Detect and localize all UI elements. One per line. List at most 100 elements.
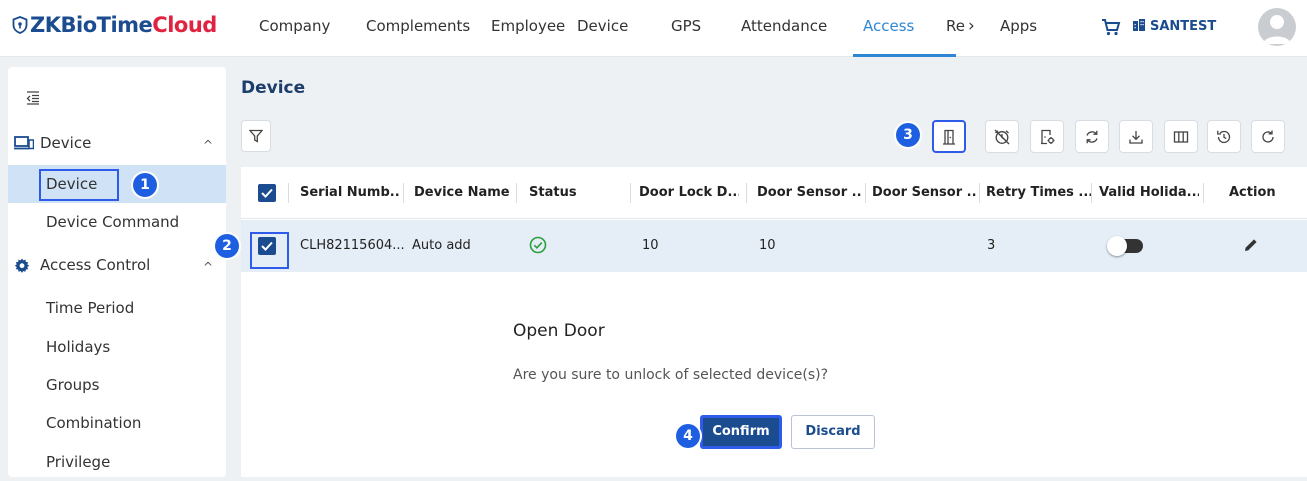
refresh-icon bbox=[1262, 130, 1274, 143]
dialog-title: Open Door bbox=[513, 321, 605, 341]
logo-text-accent: Cloud bbox=[152, 13, 217, 37]
sidebar-item-label: Device Command bbox=[46, 213, 180, 231]
step-badge-3: 3 bbox=[896, 123, 920, 147]
sidebar-item-holidays[interactable]: Holidays bbox=[8, 328, 226, 366]
column-divider bbox=[865, 183, 866, 203]
table-header: Serial Numb... Device Name Status Door L… bbox=[241, 167, 1307, 219]
column-door-sensor-delay[interactable]: Door Sensor ... bbox=[872, 167, 977, 219]
nav-device[interactable]: Device bbox=[577, 0, 671, 57]
highlight-row-checkbox bbox=[250, 232, 289, 269]
sync-button[interactable] bbox=[1075, 120, 1109, 153]
discard-button[interactable]: Discard bbox=[791, 415, 875, 449]
nav-reports-truncated[interactable]: Re bbox=[946, 0, 968, 57]
user-icon bbox=[1263, 15, 1291, 44]
sidebar-item-groups[interactable]: Groups bbox=[8, 366, 226, 404]
open-door-button[interactable] bbox=[932, 120, 966, 153]
device-monitor-icon bbox=[14, 136, 34, 150]
tenant-name: SANTEST bbox=[1150, 19, 1217, 34]
column-device-name[interactable]: Device Name bbox=[414, 167, 514, 219]
sidebar-group-label: Device bbox=[40, 134, 92, 152]
logo-text-primary: ZKBioTime bbox=[30, 13, 153, 37]
download-button[interactable] bbox=[1119, 120, 1153, 153]
column-serial-number[interactable]: Serial Numb... bbox=[300, 167, 400, 219]
sidebar-item-combination[interactable]: Combination bbox=[8, 404, 226, 442]
dialog-message: Are you sure to unlock of selected devic… bbox=[513, 367, 829, 383]
sync-icon bbox=[1086, 130, 1098, 143]
cell-serial-number: CLH82115604... bbox=[300, 238, 405, 253]
chevron-up-icon[interactable]: ^ bbox=[203, 254, 213, 280]
edit-pencil-icon[interactable] bbox=[1243, 237, 1259, 253]
shield-logo-icon bbox=[12, 16, 28, 34]
step-badge-4: 4 bbox=[676, 424, 700, 448]
nav-gps[interactable]: GPS bbox=[671, 0, 741, 57]
refresh-button[interactable] bbox=[1251, 120, 1285, 153]
column-status[interactable]: Status bbox=[529, 167, 619, 219]
sidebar-item-label: Holidays bbox=[46, 338, 111, 356]
top-bar: ZKBioTimeCloud Company Complements Emplo… bbox=[0, 0, 1307, 57]
columns-icon bbox=[1173, 130, 1189, 143]
nav-access[interactable]: Access bbox=[853, 0, 956, 57]
sidebar-item-device-command[interactable]: Device Command bbox=[8, 203, 226, 241]
column-valid-holidays[interactable]: Valid Holida... bbox=[1099, 167, 1199, 219]
tenant-selector[interactable]: SANTEST bbox=[1132, 18, 1216, 34]
sidebar: Device ^ Device Device Command Access Co… bbox=[8, 67, 226, 477]
nav-complements[interactable]: Complements bbox=[366, 0, 491, 57]
sidebar-group-access-control[interactable]: Access Control ^ bbox=[8, 252, 226, 278]
column-retry-times[interactable]: Retry Times ... bbox=[986, 167, 1091, 219]
chevron-up-icon[interactable]: ^ bbox=[203, 132, 213, 158]
confirm-button[interactable]: Confirm bbox=[700, 415, 782, 449]
sidebar-group-label: Access Control bbox=[40, 256, 151, 274]
step-badge-1: 1 bbox=[133, 173, 157, 197]
page-title: Device bbox=[241, 78, 306, 98]
column-door-lock-delay[interactable]: Door Lock D... bbox=[639, 167, 739, 219]
cell-retry-times: 3 bbox=[987, 238, 996, 253]
collapse-sidebar-icon[interactable] bbox=[26, 91, 40, 105]
select-all-checkbox[interactable] bbox=[258, 184, 276, 202]
filter-button[interactable] bbox=[241, 120, 271, 152]
step-badge-2: 2 bbox=[215, 234, 239, 258]
app-logo[interactable]: ZKBioTimeCloud bbox=[12, 13, 217, 37]
column-door-sensor-type[interactable]: Door Sensor ... bbox=[757, 167, 862, 219]
sidebar-group-device[interactable]: Device ^ bbox=[8, 130, 226, 156]
nav-attendance[interactable]: Attendance bbox=[741, 0, 863, 57]
column-divider bbox=[516, 183, 517, 203]
door-settings-button[interactable] bbox=[1030, 120, 1064, 153]
download-icon bbox=[1129, 130, 1143, 144]
column-divider bbox=[288, 183, 289, 203]
nav-employee[interactable]: Employee bbox=[491, 0, 577, 57]
sidebar-item-label: Privilege bbox=[46, 453, 111, 471]
check-icon bbox=[261, 188, 273, 198]
cell-door-sensor-type: 10 bbox=[759, 238, 776, 253]
column-divider bbox=[979, 183, 980, 203]
cancel-alarm-button[interactable] bbox=[985, 120, 1019, 153]
columns-button[interactable] bbox=[1164, 120, 1198, 153]
history-icon bbox=[1217, 130, 1231, 143]
sidebar-item-privilege[interactable]: Privilege bbox=[8, 443, 226, 481]
cell-door-lock-delay: 10 bbox=[642, 238, 659, 253]
nav-more-arrow[interactable]: › bbox=[968, 0, 1000, 57]
nav-apps[interactable]: Apps bbox=[1000, 0, 1050, 57]
gear-icon bbox=[14, 258, 30, 273]
column-divider bbox=[746, 183, 747, 203]
open-door-icon bbox=[943, 129, 955, 145]
sidebar-item-label: Groups bbox=[46, 376, 100, 394]
valid-holidays-toggle[interactable] bbox=[1107, 236, 1143, 256]
cart-icon[interactable] bbox=[1101, 17, 1121, 37]
history-button[interactable] bbox=[1207, 120, 1241, 153]
main-nav: Company Complements Employee Device GPS … bbox=[259, 0, 1050, 57]
column-divider bbox=[1091, 183, 1092, 203]
sidebar-item-time-period[interactable]: Time Period bbox=[8, 289, 226, 327]
sidebar-item-label: Combination bbox=[46, 414, 142, 432]
building-icon bbox=[1133, 19, 1145, 31]
nav-company[interactable]: Company bbox=[259, 0, 366, 57]
cell-device-name: Auto add bbox=[412, 238, 471, 253]
column-divider bbox=[403, 183, 404, 203]
column-divider bbox=[630, 183, 631, 203]
filter-icon bbox=[249, 129, 263, 143]
door-settings-icon bbox=[1041, 129, 1055, 144]
column-divider bbox=[1203, 183, 1204, 203]
column-action: Action bbox=[1229, 185, 1276, 200]
status-online-icon bbox=[529, 236, 547, 254]
table-row[interactable]: CLH82115604... Auto add 10 10 3 bbox=[241, 220, 1307, 272]
avatar[interactable] bbox=[1258, 8, 1296, 46]
